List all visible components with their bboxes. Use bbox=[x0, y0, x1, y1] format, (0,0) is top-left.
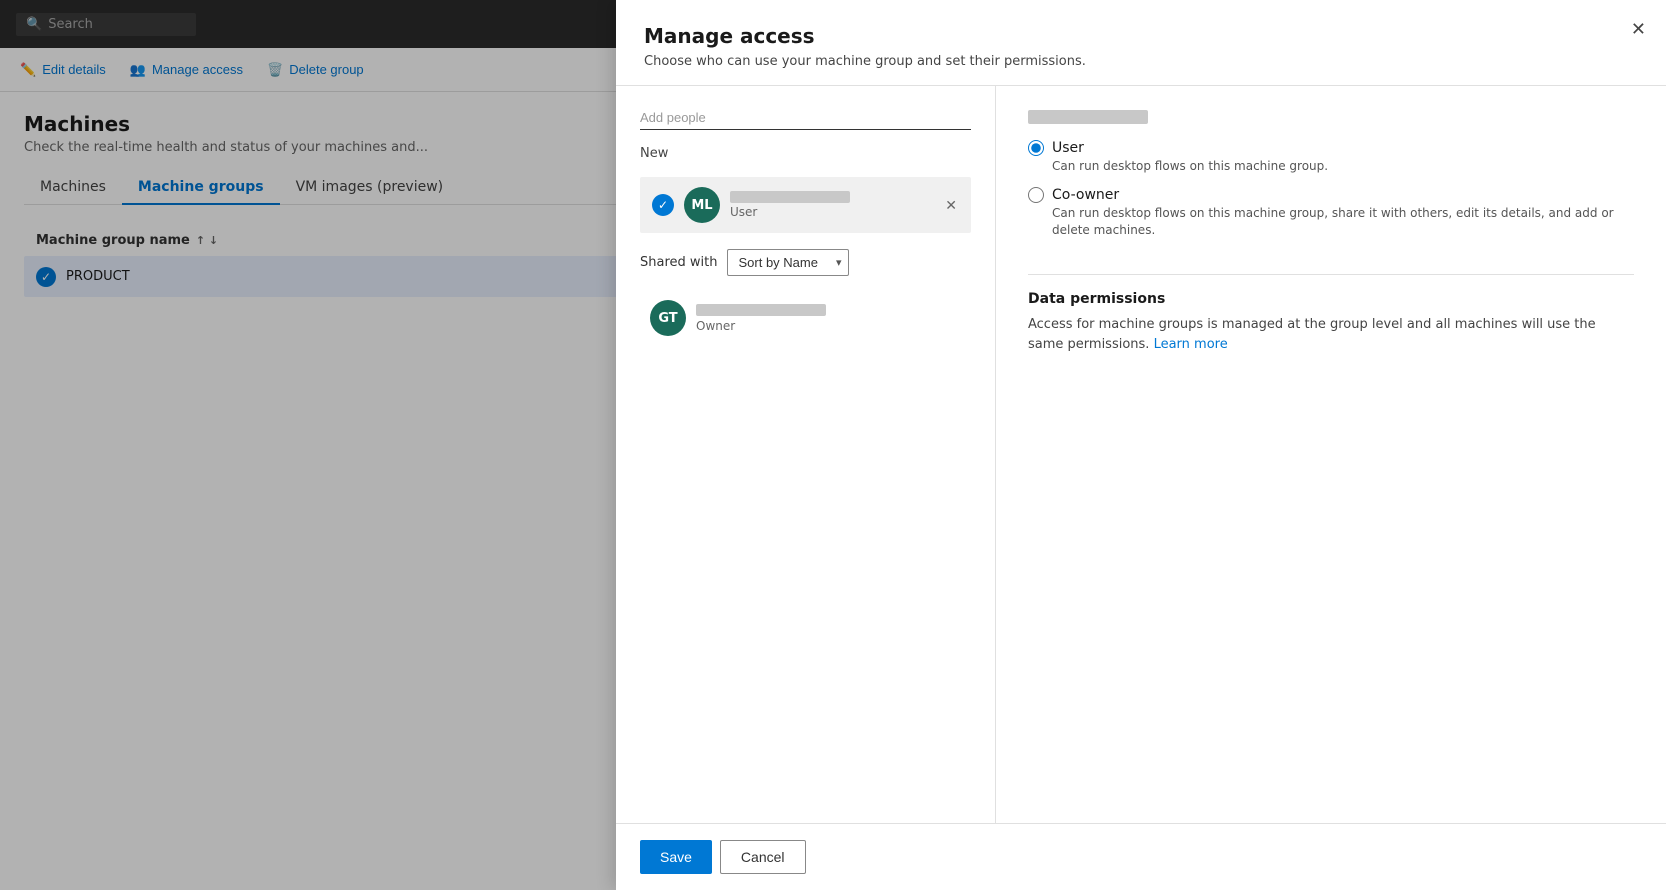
add-people-input[interactable] bbox=[640, 106, 971, 130]
modal-title: Manage access bbox=[644, 24, 1638, 48]
radio-item-user: User Can run desktop flows on this machi… bbox=[1028, 140, 1634, 175]
shared-with-label: Shared with bbox=[640, 255, 717, 270]
cancel-button[interactable]: Cancel bbox=[720, 840, 806, 874]
radio-user-desc: Can run desktop flows on this machine gr… bbox=[1028, 158, 1634, 175]
person-card-ml[interactable]: ✓ ML User ✕ bbox=[640, 177, 971, 233]
left-panel: New ✓ ML User ✕ Shared with Sort by Name… bbox=[616, 86, 996, 823]
shared-with-row: Shared with Sort by Name Sort by Role ▾ bbox=[640, 249, 971, 276]
avatar-ml: ML bbox=[684, 187, 720, 223]
modal-subtitle: Choose who can use your machine group an… bbox=[644, 54, 1638, 69]
right-panel: User Can run desktop flows on this machi… bbox=[996, 86, 1666, 823]
radio-coowner-label-row[interactable]: Co-owner bbox=[1028, 187, 1634, 203]
radio-item-coowner: Co-owner Can run desktop flows on this m… bbox=[1028, 187, 1634, 239]
owner-name-blurred bbox=[696, 304, 826, 316]
person-role-ml: User bbox=[730, 205, 933, 219]
radio-user-label: User bbox=[1052, 140, 1084, 156]
person-name-ml-blurred bbox=[730, 191, 850, 203]
modal-footer: Save Cancel bbox=[616, 823, 1666, 890]
owner-role: Owner bbox=[696, 319, 826, 333]
sort-dropdown-wrapper: Sort by Name Sort by Role ▾ bbox=[727, 249, 849, 276]
radio-coowner-label: Co-owner bbox=[1052, 187, 1119, 203]
owner-row: GT Owner bbox=[640, 292, 971, 344]
learn-more-link[interactable]: Learn more bbox=[1154, 337, 1228, 352]
data-permissions-text: Access for machine groups is managed at … bbox=[1028, 315, 1634, 354]
save-button[interactable]: Save bbox=[640, 840, 712, 874]
new-section-label: New bbox=[640, 146, 971, 161]
selected-person-name-blurred bbox=[1028, 110, 1148, 124]
modal-close-button[interactable]: ✕ bbox=[1631, 20, 1646, 38]
owner-info: Owner bbox=[696, 304, 826, 333]
divider bbox=[1028, 274, 1634, 275]
radio-user-input[interactable] bbox=[1028, 140, 1044, 156]
person-info-ml: User bbox=[730, 191, 933, 219]
remove-person-ml-button[interactable]: ✕ bbox=[943, 195, 959, 216]
data-permissions-title: Data permissions bbox=[1028, 291, 1634, 307]
modal-body: New ✓ ML User ✕ Shared with Sort by Name… bbox=[616, 86, 1666, 823]
role-radio-group: User Can run desktop flows on this machi… bbox=[1028, 140, 1634, 238]
modal-header: Manage access Choose who can use your ma… bbox=[616, 0, 1666, 86]
sort-dropdown[interactable]: Sort by Name Sort by Role bbox=[727, 249, 849, 276]
person-check-icon: ✓ bbox=[652, 194, 674, 216]
radio-user-label-row[interactable]: User bbox=[1028, 140, 1634, 156]
manage-access-modal: Manage access Choose who can use your ma… bbox=[616, 0, 1666, 890]
radio-coowner-input[interactable] bbox=[1028, 187, 1044, 203]
radio-coowner-desc: Can run desktop flows on this machine gr… bbox=[1028, 205, 1634, 239]
avatar-gt: GT bbox=[650, 300, 686, 336]
